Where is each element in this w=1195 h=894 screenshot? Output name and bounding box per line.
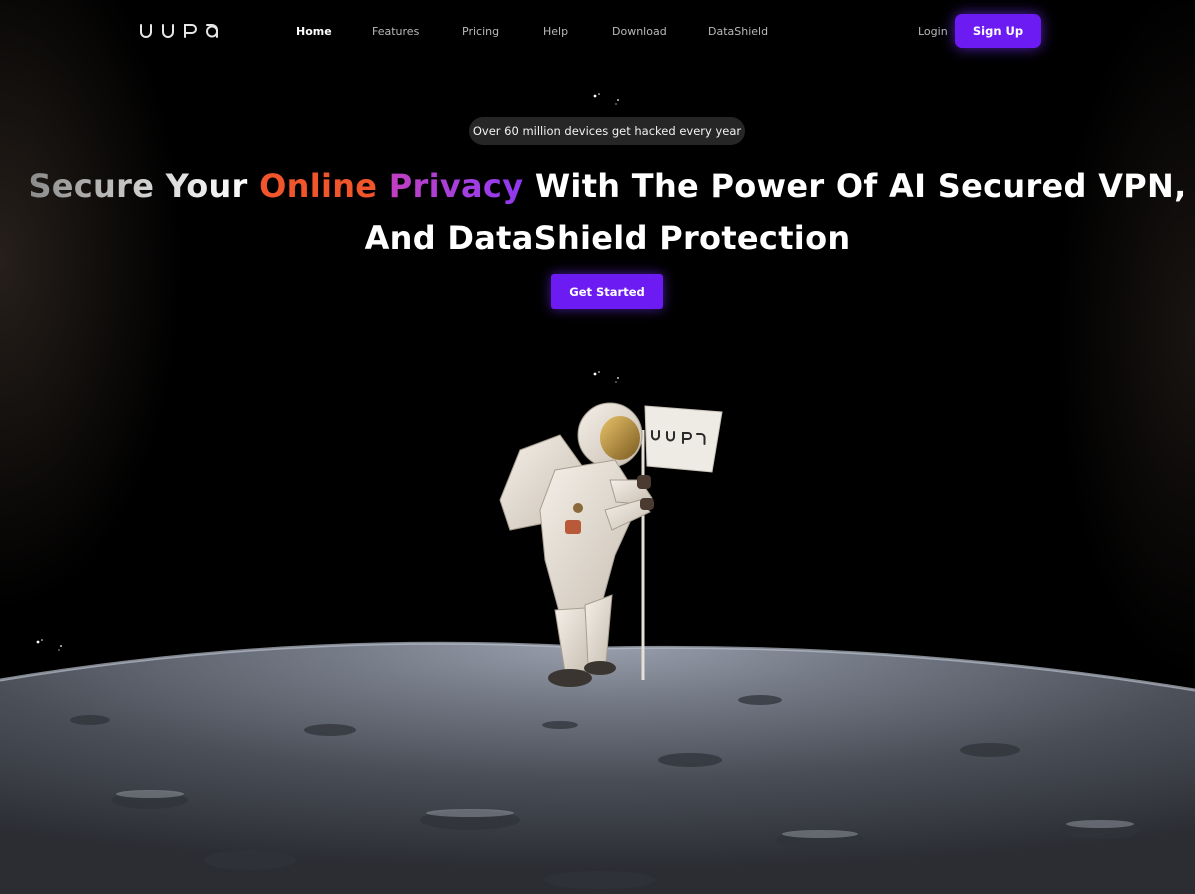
hero-headline: Secure Your Online Privacy With The Powe…	[20, 160, 1195, 264]
sparkle-icon	[593, 93, 619, 105]
headline-line-1: Secure Your Online Privacy With The Powe…	[20, 160, 1195, 212]
nav-help-link[interactable]: Help	[543, 25, 568, 38]
headline-online: Online	[259, 167, 378, 205]
headline-line-2: And DataShield Protection	[364, 219, 851, 257]
headline-line1-rest: With The Power Of AI Secured VPN,	[534, 167, 1187, 205]
signup-button[interactable]: Sign Up	[955, 14, 1041, 48]
flag-illustration	[641, 405, 723, 680]
landing-page: Home Features Pricing Help Download Data…	[0, 0, 1195, 894]
top-navbar: Home Features Pricing Help Download Data…	[0, 0, 1195, 64]
nav-pricing-link[interactable]: Pricing	[462, 25, 499, 38]
get-started-button[interactable]: Get Started	[551, 274, 663, 309]
moon-scene-illustration	[0, 402, 1195, 894]
nav-datashield-link[interactable]: DataShield	[708, 25, 768, 38]
nav-home-link[interactable]: Home	[296, 25, 332, 38]
brand-logo[interactable]	[139, 23, 221, 39]
nav-download-link[interactable]: Download	[612, 25, 667, 38]
hacked-devices-badge: Over 60 million devices get hacked every…	[469, 117, 745, 145]
nav-features-link[interactable]: Features	[372, 25, 419, 38]
moon-surface-illustration	[0, 641, 1195, 894]
login-link[interactable]: Login	[918, 25, 948, 38]
headline-secure-your: Secure Your	[28, 167, 248, 205]
headline-privacy: Privacy	[388, 167, 524, 205]
